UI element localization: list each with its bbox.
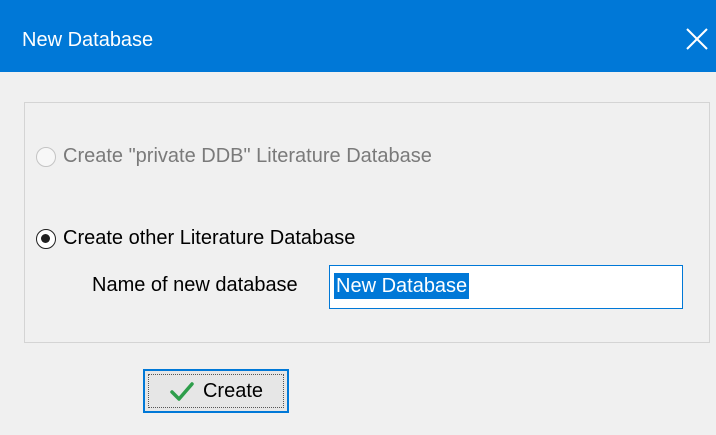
title-bar: New Database (0, 0, 716, 72)
radio-other-literature-label: Create other Literature Database (63, 227, 356, 249)
close-icon (686, 28, 708, 50)
checkmark-icon (169, 380, 195, 402)
radio-private-ddb-label: Create "private DDB" Literature Database (63, 145, 432, 167)
create-button-focus: Create (148, 374, 284, 408)
window-title: New Database (22, 29, 154, 51)
radio-button-checked (36, 228, 56, 249)
database-name-value: New Database (334, 273, 470, 299)
database-name-input[interactable]: New Database (329, 265, 683, 309)
create-button[interactable]: Create (143, 369, 289, 413)
radio-other-literature[interactable]: Create other Literature Database (36, 227, 355, 250)
close-button[interactable] (678, 14, 716, 66)
radio-button-unchecked (36, 146, 56, 167)
radio-private-ddb[interactable]: Create "private DDB" Literature Database (36, 145, 491, 168)
new-database-dialog: New Database Create "private DDB" Litera… (0, 0, 716, 435)
database-name-label: Name of new database (92, 274, 298, 296)
create-button-label: Create (202, 379, 264, 402)
